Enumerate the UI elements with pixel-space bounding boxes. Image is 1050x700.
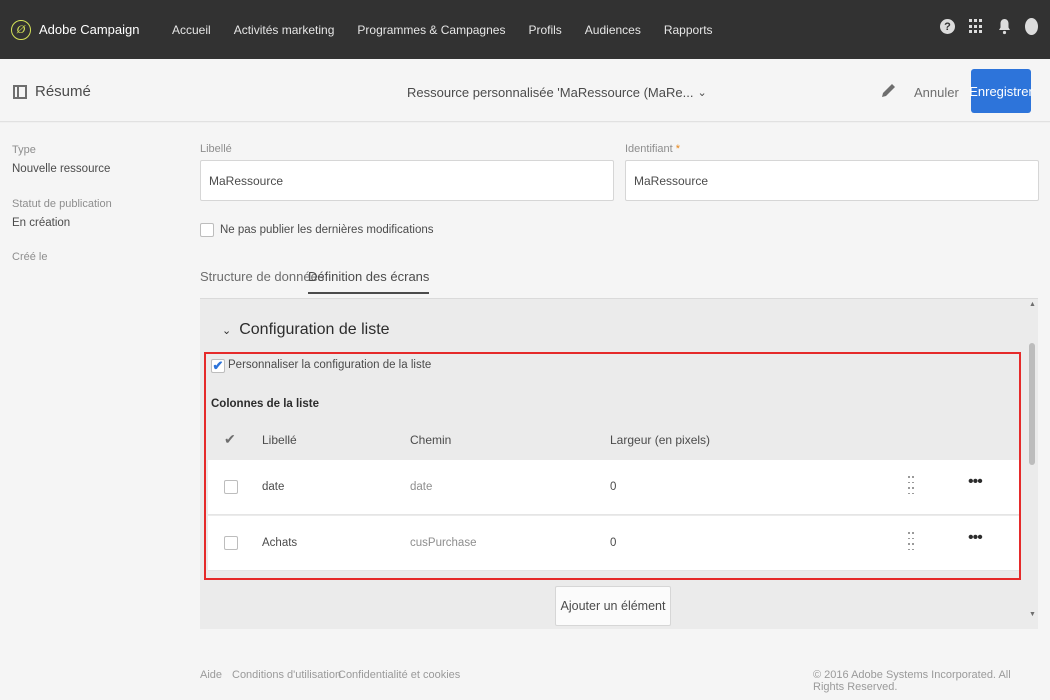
top-navigation-bar: Ø Adobe Campaign Accueil Activités marke…: [0, 0, 1050, 59]
drag-handle-icon[interactable]: [908, 532, 916, 552]
customize-list-checkbox[interactable]: ✔: [211, 359, 225, 373]
brand[interactable]: Ø Adobe Campaign: [11, 19, 161, 40]
top-icons: ?: [926, 18, 1038, 35]
main-nav: Accueil Activités marketing Programmes &…: [172, 23, 736, 37]
panel-scrollbar[interactable]: ▲ ▼: [1027, 298, 1037, 629]
more-actions-icon[interactable]: •••: [968, 529, 983, 547]
footer-link-terms[interactable]: Conditions d'utilisation: [232, 669, 341, 681]
column-header-path: Chemin: [410, 433, 452, 447]
row-checkbox[interactable]: [224, 536, 238, 550]
scroll-thumb[interactable]: [1029, 343, 1035, 465]
main-content: Libellé Identifiant * Ne pas publier les…: [187, 123, 1050, 700]
summary-sidebar: Type Nouvelle ressource Statut de public…: [0, 123, 187, 700]
label-field-label: Libellé: [200, 143, 232, 155]
highlight-frame: ✔ Personnaliser la configuration de la l…: [204, 352, 1021, 580]
panel-icon: [13, 84, 27, 99]
nav-item-activites-marketing[interactable]: Activités marketing: [234, 23, 335, 37]
type-label: Type: [12, 144, 36, 156]
column-header-width: Largeur (en pixels): [610, 433, 711, 447]
list-configuration-panel: ⌄ Configuration de liste ✔ Personnaliser…: [200, 298, 1038, 629]
row-width: 0: [610, 481, 617, 493]
section-title-text: Configuration de liste: [239, 321, 390, 338]
no-publish-label: Ne pas publier les dernières modificatio…: [220, 224, 434, 236]
created-label: Créé le: [12, 251, 48, 263]
nav-item-programmes-campagnes[interactable]: Programmes & Campagnes: [357, 23, 505, 37]
page-title[interactable]: Ressource personnalisée 'MaRessource (Ma…: [407, 85, 707, 100]
summary-label: Résumé: [35, 83, 91, 100]
row-checkbox[interactable]: [224, 480, 238, 494]
drag-handle-icon[interactable]: [908, 476, 916, 496]
label-input[interactable]: [200, 160, 614, 201]
nav-item-accueil[interactable]: Accueil: [172, 23, 211, 37]
status-value: En création: [12, 217, 71, 229]
page-header: Résumé Ressource personnalisée 'MaRessou…: [0, 59, 1050, 122]
identifier-input[interactable]: [625, 160, 1039, 201]
brand-name: Adobe Campaign: [39, 22, 140, 37]
tab-screen-definition[interactable]: Définition des écrans: [308, 269, 430, 294]
chevron-down-icon: ⌄: [697, 87, 707, 99]
help-icon[interactable]: ?: [940, 19, 955, 34]
section-title[interactable]: ⌄ Configuration de liste: [222, 321, 390, 339]
select-all-check-icon[interactable]: ✔: [224, 431, 236, 448]
row-path: cusPurchase: [410, 537, 477, 549]
no-publish-checkbox[interactable]: [200, 223, 214, 237]
identifier-field-label: Identifiant *: [625, 143, 681, 155]
chevron-down-icon: ⌄: [222, 324, 232, 337]
row-width: 0: [610, 537, 617, 549]
scroll-up-icon[interactable]: ▲: [1029, 301, 1036, 308]
footer-link-privacy[interactable]: Confidentialité et cookies: [338, 669, 460, 681]
required-mark: *: [675, 143, 681, 155]
row-path: date: [410, 481, 433, 493]
status-label: Statut de publication: [12, 198, 112, 210]
table-row[interactable]: date date 0 •••: [208, 460, 1019, 515]
customize-list-label: Personnaliser la configuration de la lis…: [228, 359, 432, 371]
save-button[interactable]: Enregistrer: [969, 69, 1033, 113]
tab-data-structure[interactable]: Structure de données: [200, 269, 324, 292]
cancel-button[interactable]: Annuler: [914, 85, 959, 100]
list-columns-title: Colonnes de la liste: [211, 398, 319, 410]
type-value: Nouvelle ressource: [12, 163, 111, 175]
add-element-button[interactable]: Ajouter un élément: [555, 586, 671, 626]
summary-toggle[interactable]: Résumé: [13, 83, 91, 100]
column-header-label: Libellé: [262, 433, 297, 447]
copyright: © 2016 Adobe Systems Incorporated. All R…: [813, 669, 1011, 693]
more-actions-icon[interactable]: •••: [968, 473, 983, 491]
notifications-bell-icon[interactable]: [998, 18, 1011, 35]
row-label: Achats: [262, 537, 298, 549]
user-avatar[interactable]: [1025, 18, 1038, 35]
apps-grid-icon[interactable]: [969, 19, 984, 34]
footer-link-help[interactable]: Aide: [200, 669, 222, 681]
scroll-down-icon[interactable]: ▼: [1029, 611, 1036, 618]
page-title-text: Ressource personnalisée 'MaRessource (Ma…: [407, 85, 694, 100]
nav-item-rapports[interactable]: Rapports: [664, 23, 713, 37]
nav-item-audiences[interactable]: Audiences: [585, 23, 641, 37]
pencil-icon[interactable]: [880, 81, 896, 99]
adobe-campaign-logo-icon: Ø: [11, 19, 31, 40]
nav-item-profils[interactable]: Profils: [528, 23, 561, 37]
table-row[interactable]: Achats cusPurchase 0 •••: [208, 516, 1019, 571]
row-label: date: [262, 481, 285, 493]
